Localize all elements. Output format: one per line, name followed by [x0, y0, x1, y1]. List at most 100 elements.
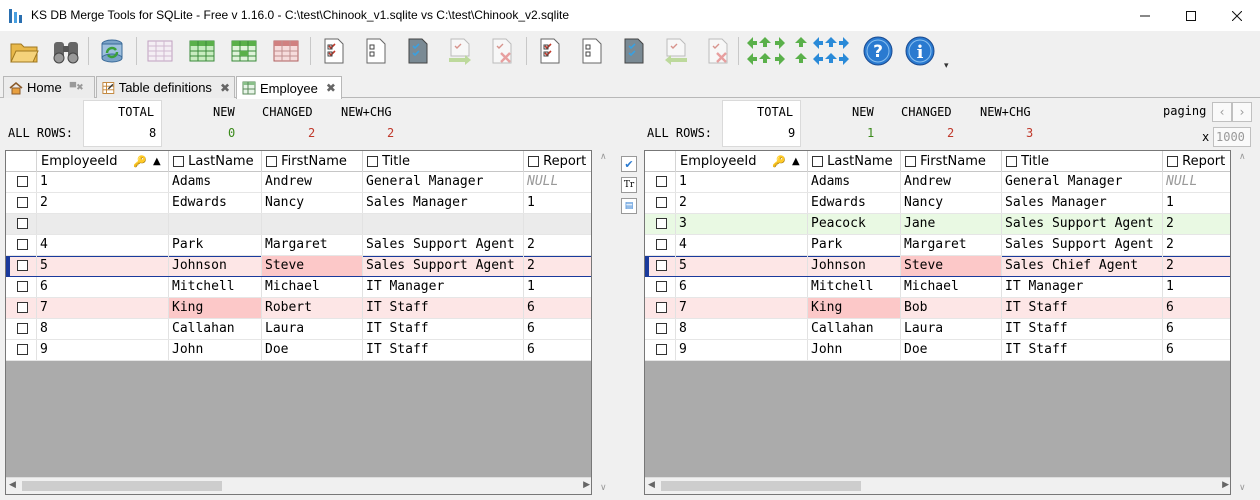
table-row[interactable]: 6 Mitchell Michael IT Manager 1 — [6, 277, 591, 298]
cell-id[interactable]: 4 — [676, 235, 808, 255]
right-horizontal-scrollbar[interactable]: ◀ ▶ — [645, 477, 1230, 494]
header-lastname[interactable]: LastName — [808, 151, 901, 172]
cell-report[interactable]: NULL — [524, 172, 591, 192]
header-title[interactable]: Title — [1002, 151, 1163, 172]
cell-last[interactable]: King — [169, 298, 262, 318]
left-horizontal-scrollbar[interactable]: ◀ ▶ — [6, 477, 591, 494]
row-checkbox[interactable] — [656, 239, 667, 250]
cell-report[interactable]: 6 — [1163, 340, 1230, 360]
cell-first[interactable]: Andrew — [262, 172, 363, 192]
cell-first[interactable]: Bob — [901, 298, 1002, 318]
cell-title[interactable]: IT Staff — [363, 298, 524, 318]
cell-report[interactable]: 6 — [524, 298, 591, 318]
cell-title[interactable]: General Manager — [363, 172, 524, 192]
row-checkbox[interactable] — [656, 176, 667, 187]
table-row[interactable]: 2 Edwards Nancy Sales Manager 1 — [645, 193, 1230, 214]
cell-first[interactable]: Jane — [901, 214, 1002, 234]
refresh-button[interactable] — [96, 34, 128, 68]
table-row[interactable]: 9 John Doe IT Staff 6 — [6, 340, 591, 361]
cell-first[interactable]: Michael — [901, 277, 1002, 297]
table-row[interactable]: 8 Callahan Laura IT Staff 6 — [6, 319, 591, 340]
cell-first[interactable]: Nancy — [901, 193, 1002, 213]
info-button[interactable]: i — [904, 34, 936, 68]
cell-title[interactable]: IT Staff — [1002, 298, 1163, 318]
cell-first[interactable]: Doe — [262, 340, 363, 360]
tab-close-icon[interactable]: ✖ — [326, 81, 336, 95]
row-checkbox[interactable] — [17, 323, 28, 334]
cell-last[interactable] — [169, 214, 262, 234]
cell-last[interactable]: Adams — [808, 172, 901, 192]
scroll-left-icon[interactable]: ◀ — [9, 480, 16, 490]
cell-report[interactable]: 2 — [1163, 214, 1230, 234]
cell-first[interactable]: Margaret — [901, 235, 1002, 255]
uncheck-right-button[interactable] — [576, 34, 608, 68]
details-button[interactable]: ▤ — [621, 198, 637, 214]
cell-last[interactable]: King — [808, 298, 901, 318]
column-checkbox[interactable] — [367, 156, 378, 167]
cell-report[interactable]: NULL — [1163, 172, 1230, 192]
cell-title[interactable]: IT Staff — [1002, 319, 1163, 339]
cell-title[interactable]: Sales Support Agent — [363, 256, 524, 276]
column-checkbox[interactable] — [1006, 156, 1017, 167]
table-row[interactable]: 5 Johnson Steve Sales Support Agent 2 — [6, 256, 591, 277]
row-checkbox[interactable] — [656, 281, 667, 292]
row-checkbox[interactable] — [656, 218, 667, 229]
check-all-button[interactable] — [318, 34, 350, 68]
cell-id[interactable]: 6 — [676, 277, 808, 297]
right-scroll-thumb[interactable] — [661, 481, 861, 491]
tab-close-icon[interactable]: ✖ — [220, 81, 230, 95]
row-checkbox[interactable] — [656, 344, 667, 355]
cell-last[interactable]: Callahan — [169, 319, 262, 339]
cell-last[interactable]: Callahan — [808, 319, 901, 339]
page-size-input[interactable] — [1213, 127, 1251, 147]
cell-id[interactable]: 9 — [676, 340, 808, 360]
row-checkbox[interactable] — [656, 260, 667, 271]
cell-id[interactable]: 6 — [37, 277, 169, 297]
help-button[interactable]: ? — [862, 34, 894, 68]
tab-home[interactable]: Home ▀✖ — [3, 76, 95, 98]
table-row[interactable]: 8 Callahan Laura IT Staff 6 — [645, 319, 1230, 340]
sync-selection-button[interactable]: ✔ — [621, 156, 637, 172]
row-checkbox[interactable] — [17, 344, 28, 355]
grid-new-button[interactable] — [186, 34, 218, 68]
cell-last[interactable]: Johnson — [808, 256, 901, 276]
cell-id[interactable]: 8 — [676, 319, 808, 339]
column-checkbox[interactable] — [528, 156, 539, 167]
cell-title[interactable]: IT Manager — [1002, 277, 1163, 297]
compare-button[interactable] — [50, 34, 82, 68]
tab-home-pin-icon[interactable]: ▀✖ — [70, 82, 84, 93]
row-checkbox[interactable] — [17, 197, 28, 208]
column-checkbox[interactable] — [905, 156, 916, 167]
cell-id[interactable]: 2 — [37, 193, 169, 213]
cell-report[interactable]: 6 — [1163, 298, 1230, 318]
header-firstname[interactable]: FirstName — [262, 151, 363, 172]
navigation-arrows-group[interactable] — [742, 34, 858, 68]
cell-report[interactable]: 6 — [524, 319, 591, 339]
cell-first[interactable]: Laura — [262, 319, 363, 339]
cell-report[interactable]: 6 — [1163, 319, 1230, 339]
header-lastname[interactable]: LastName — [169, 151, 262, 172]
scroll-down-icon[interactable]: ∨ — [600, 483, 607, 493]
cell-report[interactable]: 2 — [524, 256, 591, 276]
scroll-right-icon[interactable]: ▶ — [1222, 480, 1229, 490]
cell-id[interactable]: 7 — [676, 298, 808, 318]
delete-left-button[interactable] — [702, 34, 734, 68]
cell-last[interactable]: Johnson — [169, 256, 262, 276]
check-changed-button[interactable] — [402, 34, 434, 68]
table-row[interactable]: 1 Adams Andrew General Manager NULL — [6, 172, 591, 193]
cell-last[interactable]: John — [808, 340, 901, 360]
cell-title[interactable]: Sales Support Agent — [1002, 235, 1163, 255]
scroll-down-icon[interactable]: ∨ — [1239, 483, 1246, 493]
cell-last[interactable]: Peacock — [808, 214, 901, 234]
table-row[interactable]: 4 Park Margaret Sales Support Agent 2 — [645, 235, 1230, 256]
cell-report[interactable]: 6 — [524, 340, 591, 360]
cell-title[interactable]: General Manager — [1002, 172, 1163, 192]
merge-right-button[interactable] — [444, 34, 476, 68]
cell-id[interactable]: 8 — [37, 319, 169, 339]
row-checkbox[interactable] — [17, 281, 28, 292]
right-grid[interactable]: EmployeeId 🔑 ▲ LastName FirstName Title … — [644, 150, 1231, 495]
header-firstname[interactable]: FirstName — [901, 151, 1002, 172]
scroll-up-icon[interactable]: ∧ — [600, 152, 607, 162]
cell-title[interactable]: Sales Chief Agent — [1002, 256, 1163, 276]
cell-title[interactable]: IT Staff — [363, 319, 524, 339]
